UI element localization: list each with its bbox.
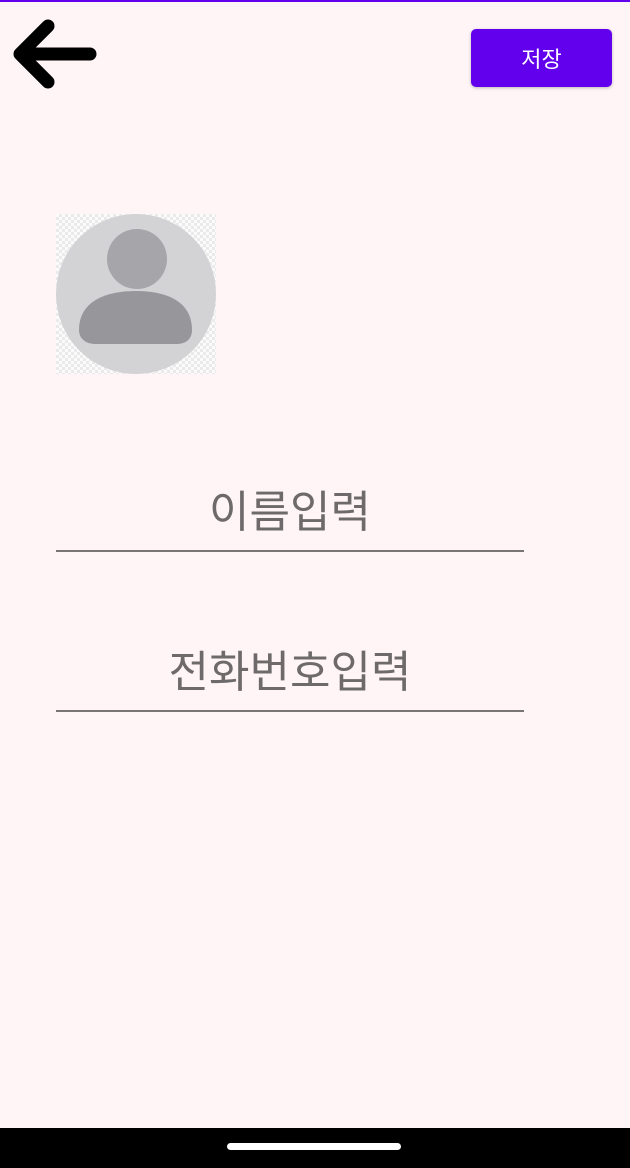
name-input[interactable] xyxy=(56,480,524,552)
navigation-bar xyxy=(0,1128,630,1168)
avatar[interactable] xyxy=(56,214,216,374)
person-placeholder-icon xyxy=(56,214,216,374)
status-bar-edge xyxy=(0,0,630,2)
arrow-left-icon xyxy=(13,19,97,89)
save-button[interactable]: 저장 xyxy=(471,29,612,87)
back-button[interactable] xyxy=(10,16,102,92)
phone-input[interactable] xyxy=(56,640,524,712)
home-indicator[interactable] xyxy=(227,1143,401,1150)
